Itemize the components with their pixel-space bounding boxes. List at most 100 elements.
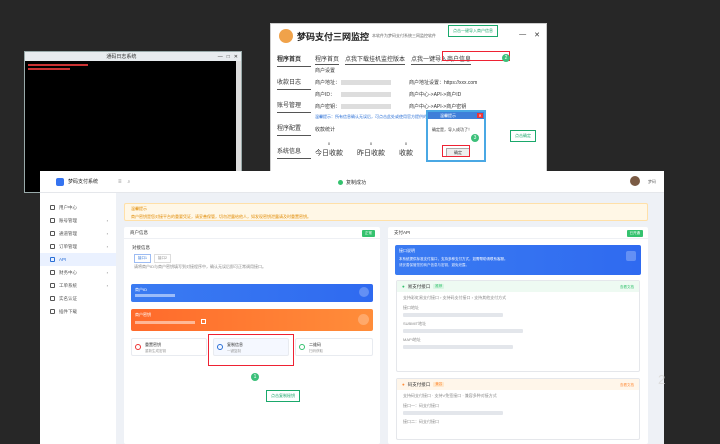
- highlight-ok: [442, 145, 470, 157]
- copy-icon[interactable]: [201, 319, 206, 324]
- merchant-id-input[interactable]: [341, 91, 391, 97]
- field-hint: 商户中心->API->商户ID: [409, 91, 462, 98]
- doc-icon: [626, 251, 636, 261]
- section-title: 易支付接口: [407, 283, 431, 289]
- copy-success-toast: 复制成功: [338, 179, 366, 186]
- download-icon: [50, 309, 55, 314]
- section-crumb: 支持彩虹易支付接口 › 支持码支付接口 › 支持其他支付方式: [403, 295, 507, 300]
- monitor-subtitle: 本软件为梦码支付系统三网监控软件: [372, 33, 437, 38]
- endpoint-label: 接口地址: [403, 305, 419, 310]
- api-info-banner: 接口说明 本系统提供标准支付接口，支持多种支付方式，如需帮助请联系客服。 请妥善…: [395, 245, 641, 275]
- endpoint-value: [403, 411, 503, 415]
- highlight-import-tab: [442, 51, 510, 61]
- card-header: 支付API 已开通: [388, 227, 648, 239]
- username[interactable]: 梦码: [648, 179, 656, 185]
- minimize-icon[interactable]: —: [218, 54, 223, 60]
- callout-confirm: 点击确定: [510, 130, 536, 142]
- order-icon: [50, 244, 55, 249]
- dialog-titlebar: 温馨提示 ✕: [428, 112, 484, 119]
- home-icon: [50, 205, 55, 210]
- doc-link[interactable]: 查看文档: [620, 383, 634, 388]
- merchant-key-input[interactable]: [341, 103, 391, 109]
- pay-api-card: 支付API 已开通 接口说明 本系统提供标准支付接口，支持多种支付方式，如需帮助…: [388, 227, 648, 444]
- reset-key-option[interactable]: 重置密钥 重新生成密钥: [131, 338, 207, 356]
- field-hint: 商户中心->API->商户密钥: [409, 103, 467, 110]
- chevron-right-icon: ›: [106, 218, 108, 223]
- sidebar-item-label: 工单系统: [59, 282, 77, 288]
- stat-item: 0 昨日收款: [357, 141, 385, 158]
- nav-item-sysinfo[interactable]: 系统信息: [277, 146, 311, 159]
- nav-item-accounts[interactable]: 账号管理: [277, 100, 311, 113]
- sidebar-item-finance[interactable]: 财务中心 ›: [40, 266, 116, 279]
- minimize-icon[interactable]: —: [519, 31, 526, 39]
- sidebar-item-accounts[interactable]: 账号管理 ›: [40, 214, 116, 227]
- menu-toggle-icon[interactable]: ≡: [118, 179, 122, 185]
- tab-download[interactable]: 点我下载挂机监控版本: [345, 54, 406, 65]
- sidebar-item-verify[interactable]: 实名认证: [40, 292, 116, 305]
- endpoint-value: [403, 345, 513, 349]
- nav-item-config[interactable]: 程序配置: [277, 123, 311, 136]
- sidebar-item-label: 财务中心: [59, 269, 77, 275]
- sidebar-item-plugins[interactable]: 插件下载: [40, 305, 116, 318]
- step-badge: 3: [471, 134, 479, 142]
- logo-icon: [56, 177, 64, 186]
- sidebar-item-tickets[interactable]: 工单系统 ›: [40, 279, 116, 292]
- stat-label: 收款: [399, 150, 413, 157]
- notice-text: 商户密钥是您对接平台的重要凭证，请妥善保管，切勿泄露给他人，如发现密钥泄露请及时…: [131, 214, 311, 219]
- merchant-id-value: [135, 294, 175, 297]
- terminal-output: [25, 61, 241, 73]
- maximize-icon[interactable]: □: [227, 54, 230, 60]
- section-tag: 兼容: [433, 382, 445, 387]
- success-icon: [338, 180, 343, 185]
- stat-label: 昨日收款: [357, 150, 385, 157]
- dialog-close-icon[interactable]: ✕: [477, 113, 483, 118]
- id-card-icon: [50, 296, 55, 301]
- monitor-header: 梦码支付三网监控 本软件为梦码支付系统三网监控软件: [271, 24, 546, 48]
- monitor-title: 梦码支付三网监控: [297, 31, 370, 42]
- sub-title: 对接信息: [132, 245, 150, 250]
- sidebar-item-orders[interactable]: 订单管理 ›: [40, 240, 116, 253]
- nav-item-home[interactable]: 程序首页: [277, 54, 311, 67]
- merchant-key-label: 商户密钥: [135, 312, 151, 317]
- endpoint-value: [403, 329, 523, 333]
- merchant-id-banner: 商户ID: [131, 284, 373, 302]
- wallet-icon: [50, 270, 55, 275]
- notice-title: 温馨提示: [131, 206, 147, 211]
- field-label: 商户ID：: [315, 91, 336, 98]
- close-icon[interactable]: ✕: [234, 54, 238, 60]
- close-icon[interactable]: ✕: [534, 31, 540, 39]
- chip-api2[interactable]: 接口2: [153, 254, 171, 263]
- user-icon: [50, 218, 55, 223]
- merchant-url-input[interactable]: [341, 79, 391, 85]
- sidebar-item-channels[interactable]: 通道管理 ›: [40, 227, 116, 240]
- callout-copy: 点击复制秘钥: [266, 390, 300, 402]
- callout-import: 点击一键导入商户信息: [448, 25, 498, 37]
- monitor-window: 梦码支付三网监控 本软件为梦码支付系统三网监控软件 — ✕ 程序首页 收款日志 …: [270, 23, 547, 193]
- qrcode-option[interactable]: 二维码 扫码获取: [295, 338, 373, 356]
- sidebar-item-label: 插件下载: [59, 308, 77, 314]
- sidebar-item-label: 用户中心: [59, 204, 77, 210]
- chip-api1[interactable]: 接口1: [134, 254, 151, 263]
- status-badge: 正常: [362, 230, 375, 237]
- nav-item-logs[interactable]: 收款日志: [277, 77, 311, 90]
- key-icon: [358, 314, 369, 325]
- avatar[interactable]: [630, 176, 640, 186]
- doc-link[interactable]: 查看文档: [620, 285, 634, 290]
- chevron-right-icon: ›: [106, 283, 108, 288]
- merchant-key-value: [135, 321, 195, 324]
- note-text: 请将商户ID与商户密钥填写到对接程序中，确认无误后即可正常调用接口。: [134, 264, 266, 269]
- top-bar: 梦码支付系统 ≡ ⌕ 复制成功 梦码: [40, 171, 664, 193]
- sidebar-item-label: 通道管理: [59, 230, 77, 236]
- sidebar-item-api[interactable]: API: [40, 253, 116, 266]
- sidebar-item-user-center[interactable]: 用户中心: [40, 201, 116, 214]
- chevron-right-icon: ›: [106, 244, 108, 249]
- banner-title: 接口说明: [399, 248, 415, 253]
- sidebar-item-label: API: [59, 257, 67, 262]
- section-header: ● 易支付接口 推荐 查看文档: [397, 281, 639, 292]
- tab-program-home[interactable]: 程序首页: [315, 54, 340, 65]
- page-step-number: 2: [658, 372, 666, 387]
- notice-banner: 温馨提示 商户密钥是您对接平台的重要凭证，请妥善保管，切勿泄露给他人，如发现密钥…: [124, 203, 648, 221]
- step-badge: 2: [502, 54, 510, 62]
- search-icon[interactable]: ⌕: [128, 179, 131, 185]
- dialog-title: 温馨提示: [440, 112, 456, 118]
